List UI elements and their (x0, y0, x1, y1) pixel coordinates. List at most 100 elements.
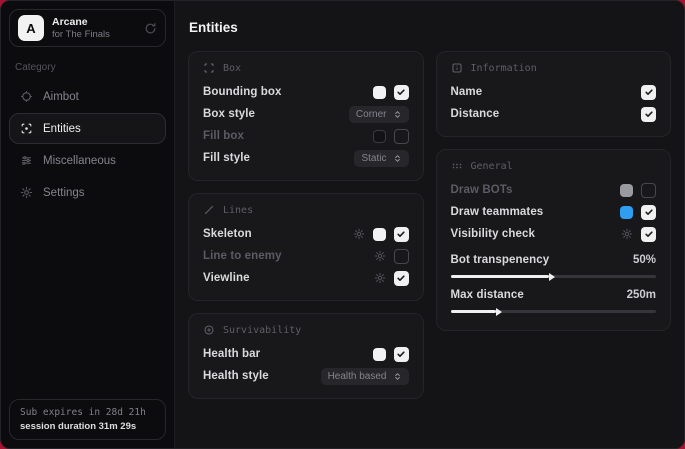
row-health-style: Health style Health based (203, 365, 409, 387)
sidebar-item-label: Settings (43, 187, 85, 199)
health-bar-color-swatch[interactable] (373, 348, 386, 361)
bounding-box-checkbox[interactable] (394, 85, 409, 100)
app-subtitle: for The Finals (52, 29, 136, 40)
row-fill-style: Fill style Static (203, 147, 409, 169)
max-distance-slider[interactable] (451, 310, 657, 313)
health-style-dropdown[interactable]: Health based (321, 368, 409, 385)
row-label: Line to enemy (203, 250, 282, 262)
draw-teammates-color-swatch[interactable] (620, 206, 633, 219)
bot-transparency-slider[interactable] (451, 275, 657, 278)
info-square-icon (451, 62, 463, 74)
row-box-style: Box style Corner (203, 103, 409, 125)
crosshair-icon (20, 90, 33, 103)
sidebar-item-aimbot[interactable]: Aimbot (9, 81, 166, 112)
panel-information-header: Information (451, 62, 657, 74)
sub-expires-text: Sub expires in 28d 21h (20, 407, 155, 418)
row-label: Visibility check (451, 228, 536, 240)
row-viewline: Viewline (203, 267, 409, 289)
panel-lines-header: Lines (203, 204, 409, 216)
dropdown-value: Health based (328, 371, 387, 382)
panel-general-header: General (451, 160, 657, 172)
line-to-enemy-settings-gear-icon[interactable] (374, 250, 386, 262)
dropdown-value: Static (361, 153, 386, 164)
box-brackets-icon (203, 62, 215, 74)
row-label: Max distance (451, 289, 524, 301)
panel-survivability: Survivability Health bar Health style (188, 313, 424, 399)
row-label: Fill style (203, 152, 250, 164)
row-draw-bots: Draw BOTs (451, 179, 657, 201)
panel-general: General Draw BOTs Draw teammates (436, 149, 672, 331)
draw-teammates-checkbox[interactable] (641, 205, 656, 220)
app-title: Arcane (52, 16, 136, 29)
main-content: Entities Box Bounding box (175, 1, 684, 448)
viewline-checkbox[interactable] (394, 271, 409, 286)
row-max-distance: Max distance 250m (451, 284, 657, 306)
bot-transparency-value: 50% (633, 254, 656, 266)
sidebar-item-entities[interactable]: Entities (9, 113, 166, 144)
visibility-check-settings-gear-icon[interactable] (621, 228, 633, 240)
panel-box-header: Box (203, 62, 409, 74)
skeleton-settings-gear-icon[interactable] (353, 228, 365, 240)
row-label: Fill box (203, 130, 244, 142)
row-health-bar: Health bar (203, 343, 409, 365)
viewline-settings-gear-icon[interactable] (374, 272, 386, 284)
subscription-card: Sub expires in 28d 21h session duration … (9, 399, 166, 440)
panel-header-label: General (471, 161, 513, 172)
skeleton-color-swatch[interactable] (373, 228, 386, 241)
panel-information: Information Name Distance (436, 51, 672, 137)
row-label: Draw BOTs (451, 184, 513, 196)
panel-header-label: Box (223, 63, 241, 74)
app-window: A Arcane for The Finals Category Aimbot (0, 0, 685, 449)
health-bar-checkbox[interactable] (394, 347, 409, 362)
row-name: Name (451, 81, 657, 103)
draw-bots-checkbox[interactable] (641, 183, 656, 198)
panel-header-label: Survivability (223, 325, 301, 336)
row-label: Distance (451, 108, 500, 120)
row-bounding-box: Bounding box (203, 81, 409, 103)
sidebar-item-miscellaneous[interactable]: Miscellaneous (9, 145, 166, 176)
fill-box-color-swatch[interactable] (373, 130, 386, 143)
row-fill-box: Fill box (203, 125, 409, 147)
slider-thumb[interactable] (549, 273, 555, 281)
category-label: Category (15, 62, 160, 73)
sidebar-item-settings[interactable]: Settings (9, 177, 166, 208)
visibility-check-checkbox[interactable] (641, 227, 656, 242)
line-to-enemy-checkbox[interactable] (394, 249, 409, 264)
row-label: Box style (203, 108, 255, 120)
app-meta: Arcane for The Finals (52, 16, 136, 40)
page-title: Entities (189, 20, 670, 35)
diagonal-line-icon (203, 204, 215, 216)
row-line-to-enemy: Line to enemy (203, 245, 409, 267)
dots-grid-icon (451, 160, 463, 172)
refresh-icon[interactable] (144, 22, 157, 35)
row-label: Health bar (203, 348, 260, 360)
row-label: Bounding box (203, 86, 282, 98)
box-style-dropdown[interactable]: Corner (349, 106, 409, 123)
chevron-up-down-icon (393, 110, 402, 119)
sidebar-item-label: Entities (43, 123, 81, 135)
row-bot-transparency: Bot transpenency 50% (451, 249, 657, 271)
row-visibility-check: Visibility check (451, 223, 657, 245)
row-skeleton: Skeleton (203, 223, 409, 245)
slider-thumb[interactable] (496, 308, 502, 316)
session-duration-text: session duration 31m 29s (20, 421, 155, 432)
distance-checkbox[interactable] (641, 107, 656, 122)
fill-box-checkbox[interactable] (394, 129, 409, 144)
panel-header-label: Lines (223, 205, 253, 216)
fill-style-dropdown[interactable]: Static (354, 150, 408, 167)
row-distance: Distance (451, 103, 657, 125)
bounding-box-color-swatch[interactable] (373, 86, 386, 99)
skeleton-checkbox[interactable] (394, 227, 409, 242)
row-label: Health style (203, 370, 269, 382)
sidebar-item-label: Aimbot (43, 91, 79, 103)
row-label: Bot transpenency (451, 254, 550, 266)
sidebar: A Arcane for The Finals Category Aimbot (1, 1, 175, 448)
draw-bots-color-swatch[interactable] (620, 184, 633, 197)
max-distance-value: 250m (627, 289, 656, 301)
panel-header-label: Information (471, 63, 537, 74)
row-draw-teammates: Draw teammates (451, 201, 657, 223)
panel-survivability-header: Survivability (203, 324, 409, 336)
name-checkbox[interactable] (641, 85, 656, 100)
sidebar-item-label: Miscellaneous (43, 155, 116, 167)
sliders-icon (20, 154, 33, 167)
